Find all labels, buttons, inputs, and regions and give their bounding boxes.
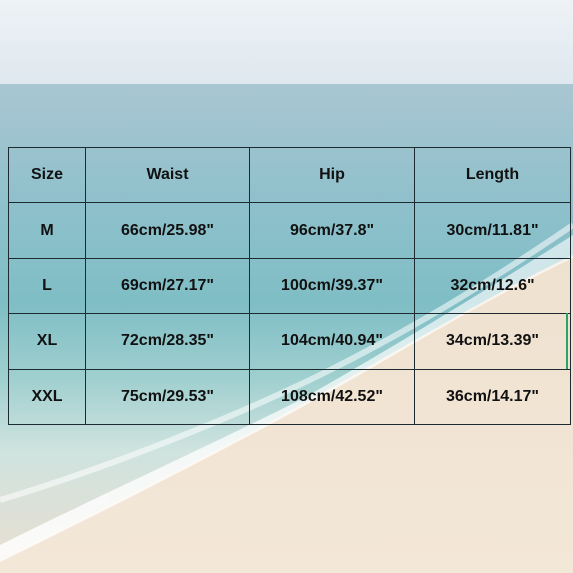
cell-size: XL [8, 313, 86, 370]
header-length: Length [414, 146, 571, 204]
cell-waist: 66cm/25.98" [85, 202, 250, 259]
cell-hip: 108cm/42.52" [249, 368, 415, 426]
cell-size: M [8, 202, 86, 259]
cell-size: L [8, 257, 86, 315]
table-row: XL 72cm/28.35" 104cm/40.94" 34cm/13.39" [8, 313, 571, 370]
cell-length: 32cm/12.6" [414, 257, 571, 315]
cell-length: 34cm/13.39" [414, 313, 571, 370]
edge-marker [566, 313, 568, 369]
cell-waist: 75cm/29.53" [85, 368, 250, 426]
header-waist: Waist [85, 146, 250, 204]
table-header-row: Size Waist Hip Length [8, 146, 571, 204]
table-row: L 69cm/27.17" 100cm/39.37" 32cm/12.6" [8, 257, 571, 315]
cell-length: 30cm/11.81" [414, 202, 571, 259]
table-row: M 66cm/25.98" 96cm/37.8" 30cm/11.81" [8, 202, 571, 259]
cell-waist: 72cm/28.35" [85, 313, 250, 370]
size-chart-table: Size Waist Hip Length M 66cm/25.98" 96cm… [8, 146, 571, 426]
table-row: XXL 75cm/29.53" 108cm/42.52" 36cm/14.17" [8, 368, 571, 426]
cell-hip: 96cm/37.8" [249, 202, 415, 259]
cell-hip: 100cm/39.37" [249, 257, 415, 315]
cell-length: 36cm/14.17" [414, 368, 571, 426]
cell-hip: 104cm/40.94" [249, 313, 415, 370]
cell-size: XXL [8, 368, 86, 426]
header-hip: Hip [249, 146, 415, 204]
header-size: Size [8, 146, 86, 204]
cell-waist: 69cm/27.17" [85, 257, 250, 315]
